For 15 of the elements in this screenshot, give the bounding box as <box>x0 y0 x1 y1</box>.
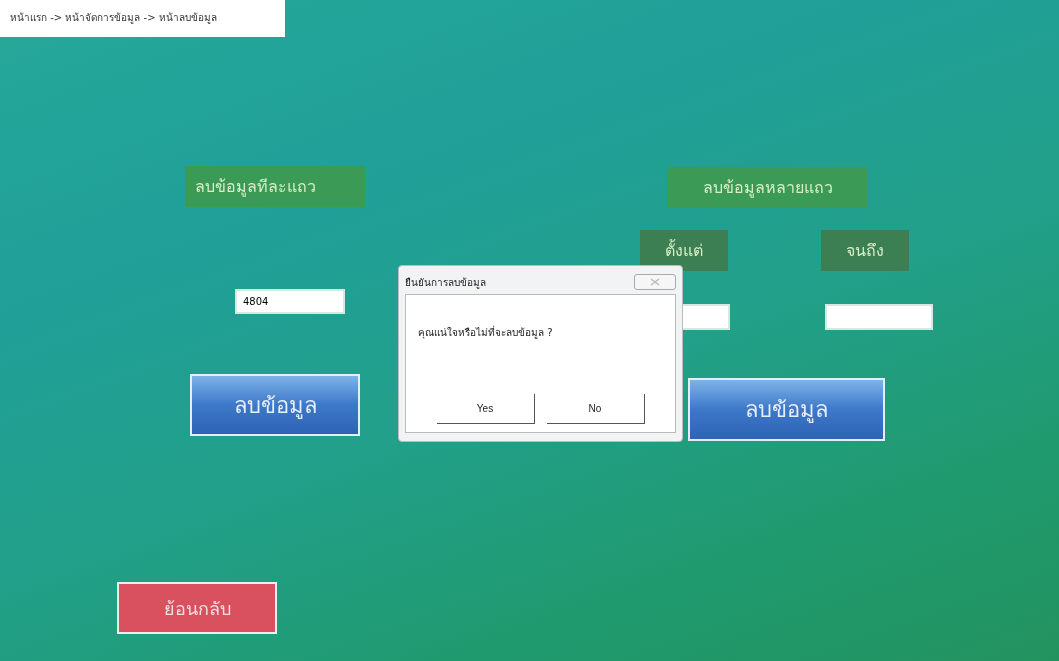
dialog-button[interactable]: Yes <box>436 394 535 424</box>
dialog-title: ยืนยันการลบข้อมูล <box>405 275 486 290</box>
close-button[interactable] <box>634 274 676 290</box>
close-icon <box>650 278 660 286</box>
section-label: ลบข้อมูลหลายแถว <box>668 167 868 208</box>
dialog-button[interactable]: No <box>546 394 645 424</box>
breadcrumb: หน้าแรก -> หน้าจัดการข้อมูล -> หน้าลบข้อมูล <box>0 0 285 37</box>
dialog-message: คุณแน่ใจหรือไม่ที่จะลบข้อมูล ? <box>418 325 554 340</box>
row-input-field[interactable]: 4804 <box>235 289 345 314</box>
from-label: ตั้งแต่ <box>640 230 728 271</box>
section-label: ลบข้อมูลทีละแถว <box>185 166 365 207</box>
delete-button[interactable]: ลบข้อมูล <box>688 378 885 441</box>
to-input-field[interactable] <box>825 304 933 330</box>
to-label: จนถึง <box>821 230 909 271</box>
delete-button[interactable]: ลบข้อมูล <box>190 374 360 436</box>
